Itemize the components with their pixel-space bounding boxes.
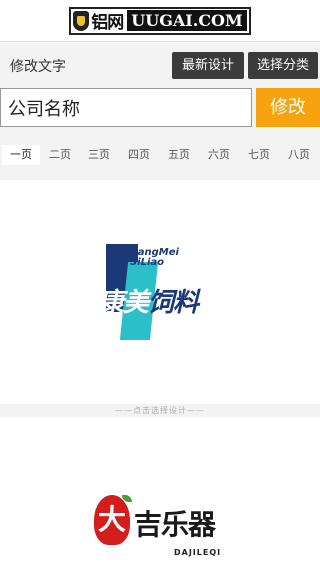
design-card[interactable]: 大 吉乐器 DAJILEQI	[0, 417, 320, 568]
site-logo-cn: 铝网	[91, 13, 124, 33]
logo-cn-text: 康美饲料	[98, 282, 199, 319]
tab-page-8[interactable]: 八页	[280, 145, 318, 165]
company-name-input[interactable]	[0, 88, 252, 127]
select-category-button[interactable]: 选择分类	[248, 52, 318, 79]
shield-icon	[73, 10, 90, 31]
tab-page-4[interactable]: 四页	[120, 145, 158, 165]
tab-page-7[interactable]: 七页	[240, 145, 278, 165]
logo-en-text: KangMei SiLiao	[130, 248, 179, 268]
logo-seal: 大	[94, 495, 130, 545]
select-design-hint: ——点击选择设计——	[0, 404, 320, 417]
tab-page-5[interactable]: 五页	[160, 145, 198, 165]
logo-cn-part-a: 康美	[98, 288, 149, 318]
dajileqi-logo: 大 吉乐器 DAJILEQI	[92, 495, 232, 565]
design-card[interactable]: KangMei SiLiao 康美饲料	[0, 180, 320, 404]
logo-en-text: DAJILEQI	[174, 548, 222, 557]
tab-page-1[interactable]: 一页	[2, 145, 40, 165]
tab-page-3[interactable]: 三页	[80, 145, 118, 165]
company-name-row: 修改	[0, 87, 320, 128]
site-logo[interactable]: 铝网 UUGAI.COM	[69, 6, 251, 35]
tab-page-6[interactable]: 六页	[200, 145, 238, 165]
kangmei-logo: KangMei SiLiao 康美饲料	[96, 242, 222, 344]
toolbar: 修改文字 最新设计 选择分类	[0, 43, 320, 87]
logo-en-line2: SiLiao	[130, 257, 165, 268]
site-logo-en: UUGAI.COM	[127, 10, 247, 31]
latest-design-button[interactable]: 最新设计	[172, 52, 244, 79]
site-header: 铝网 UUGAI.COM	[0, 0, 320, 42]
logo-maker-page: 铝网 UUGAI.COM 修改文字 最新设计 选择分类 修改 一页 二页 三页 …	[0, 0, 320, 568]
tab-page-2[interactable]: 二页	[41, 145, 79, 165]
logo-cn-part-b: 饲料	[148, 288, 199, 318]
modify-button[interactable]: 修改	[256, 88, 320, 127]
page-tabs: 一页 二页 三页 四页 五页 六页 七页 八页	[0, 128, 320, 180]
edit-text-label: 修改文字	[10, 59, 66, 75]
logo-cn-text: 吉乐器	[134, 508, 216, 541]
